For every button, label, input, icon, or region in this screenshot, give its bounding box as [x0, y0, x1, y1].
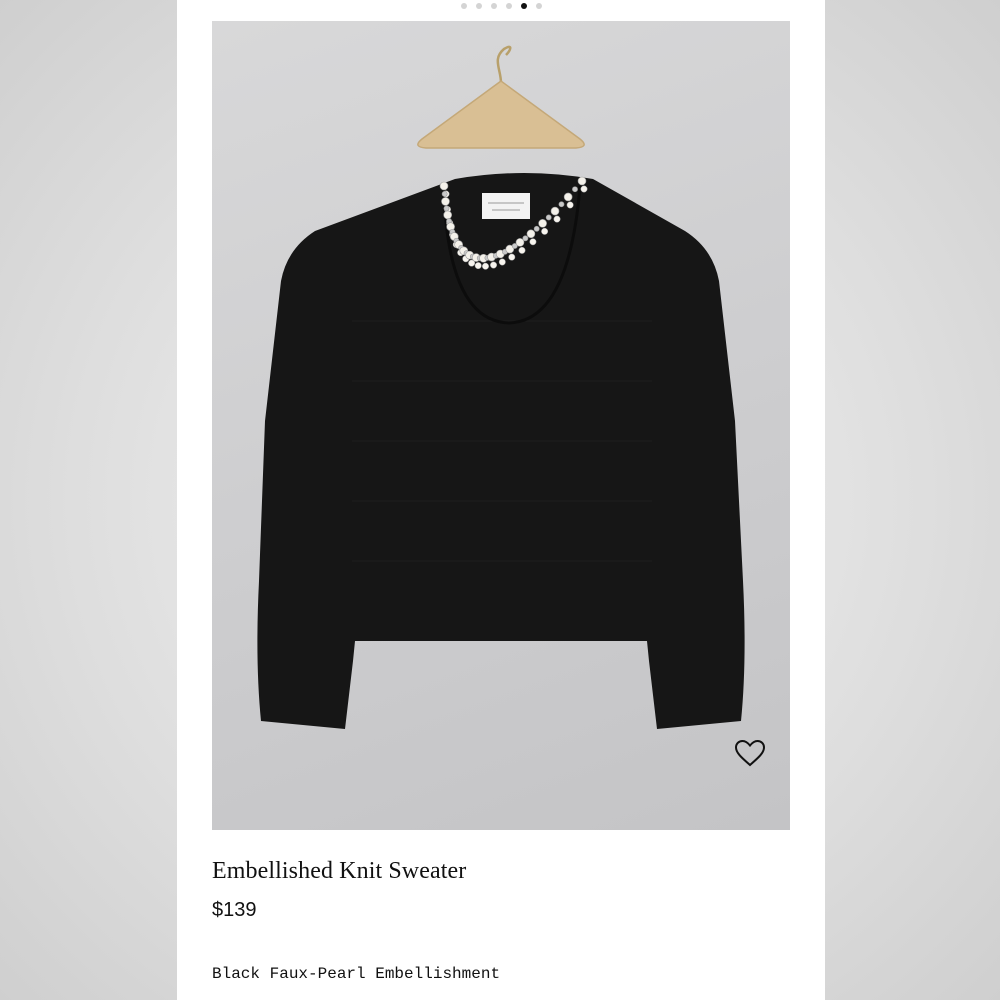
pearl	[522, 235, 529, 242]
carousel-dot[interactable]	[460, 3, 467, 9]
pearl-drop	[474, 262, 482, 270]
product-price: $139	[212, 899, 257, 921]
pearl	[443, 210, 452, 220]
pearl	[572, 186, 578, 193]
pearl-drop	[566, 201, 574, 209]
heart-outline-icon	[734, 739, 766, 767]
carousel-indicator[interactable]	[177, 3, 825, 9]
hanger-bar	[417, 80, 585, 149]
carousel-dot[interactable]	[520, 3, 527, 9]
pearl	[563, 192, 573, 202]
pearl	[533, 225, 540, 232]
pearl-drop	[518, 246, 526, 254]
carousel-dot[interactable]	[490, 3, 497, 9]
pearl-drop	[553, 215, 561, 223]
product-title: Embellished Knit Sweater	[212, 858, 467, 884]
pearl-drop	[482, 262, 489, 270]
pearl	[526, 229, 536, 239]
favorite-button[interactable]	[734, 739, 772, 775]
pearl-drop	[490, 261, 497, 269]
pearl	[538, 219, 547, 228]
hanger-hook	[496, 45, 512, 84]
pearl	[441, 197, 450, 206]
pearl	[545, 214, 552, 221]
pearl-drop	[529, 238, 537, 246]
pearl-drop	[498, 258, 506, 266]
pearl	[441, 191, 448, 197]
carousel-dot[interactable]	[475, 3, 482, 9]
pearl	[558, 201, 565, 208]
product-image[interactable]	[212, 21, 790, 830]
product-color-label: Black Faux-Pearl Embellishment	[212, 965, 501, 983]
sweater-image	[257, 45, 745, 729]
pearl-drop	[508, 253, 516, 261]
pearl-drop	[541, 227, 549, 235]
pearl	[550, 206, 560, 216]
carousel-dot[interactable]	[505, 3, 512, 9]
pearl	[443, 205, 450, 212]
pearl-drop	[580, 185, 588, 193]
pearl	[439, 181, 449, 191]
pearl	[577, 176, 587, 186]
product-card: Embellished Knit Sweater $139 Black Faux…	[177, 0, 825, 1000]
carousel-dot[interactable]	[535, 3, 542, 9]
garment-label	[482, 193, 530, 219]
